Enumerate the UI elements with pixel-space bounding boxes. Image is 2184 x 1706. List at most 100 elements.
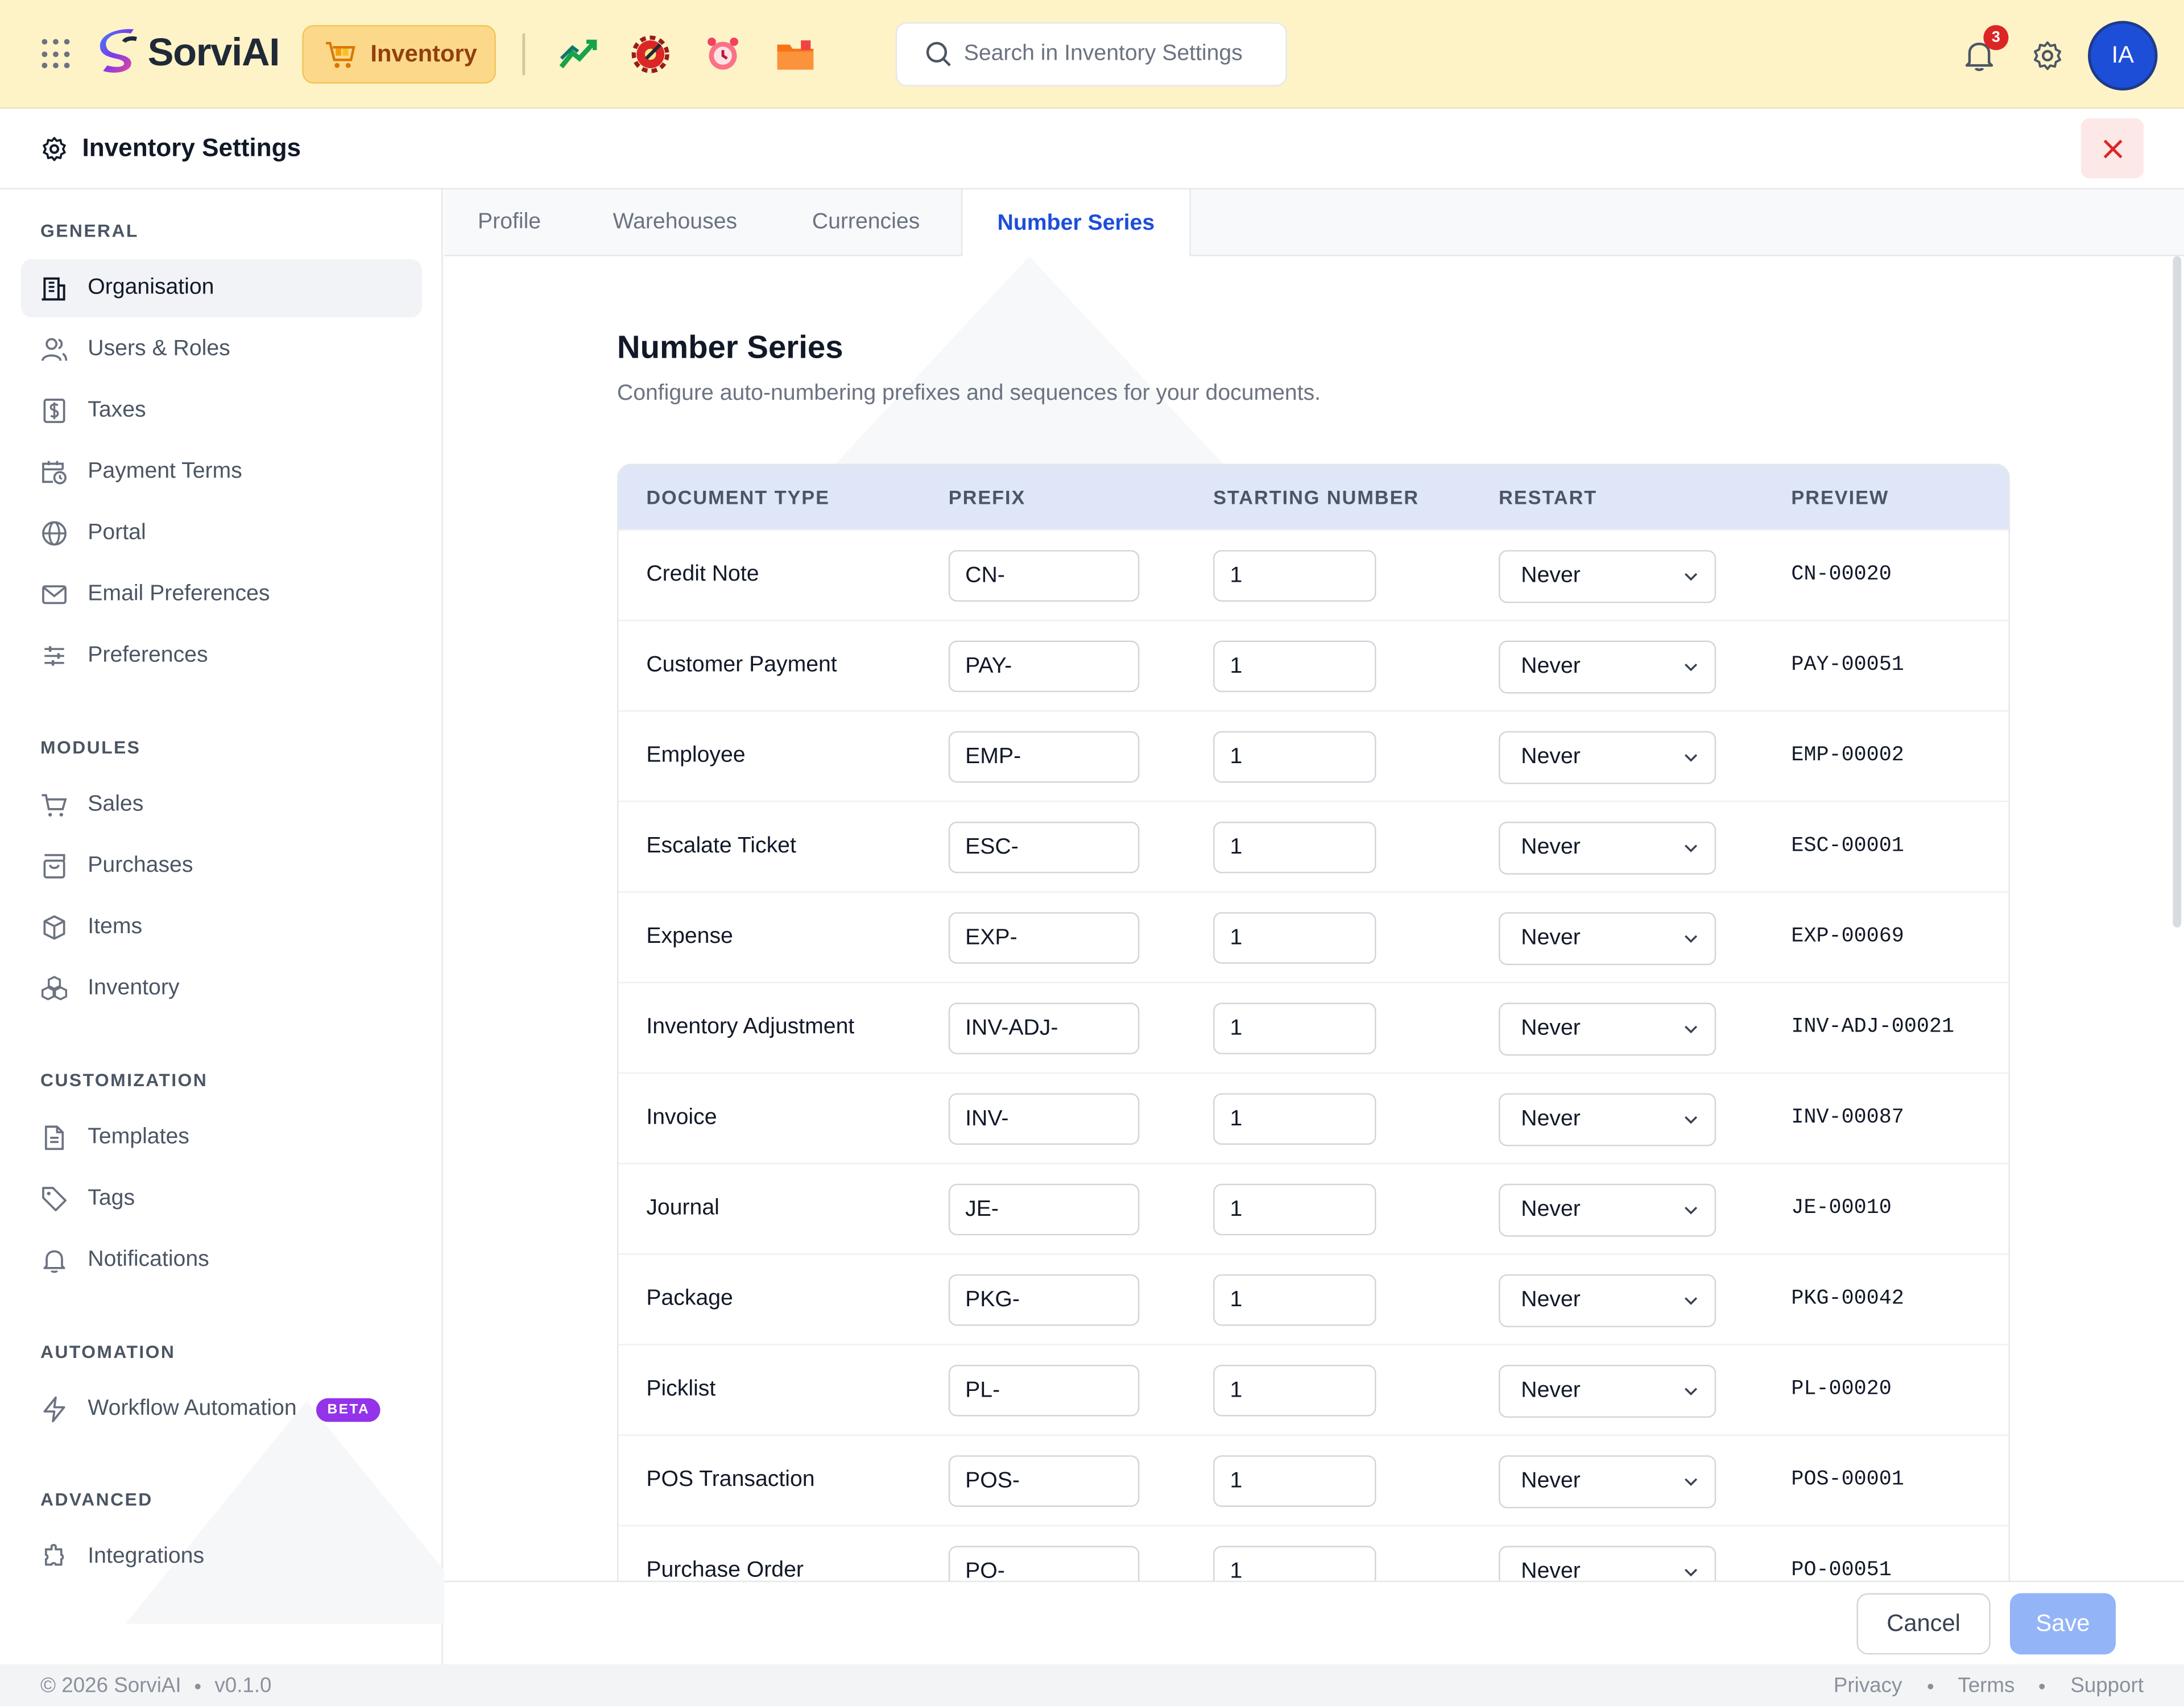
- preview-cell: EMP-00002: [1791, 743, 1904, 768]
- starting-number-input[interactable]: 1: [1213, 1183, 1376, 1236]
- save-button[interactable]: Save: [2009, 1593, 2116, 1655]
- restart-select[interactable]: Never: [1499, 821, 1716, 875]
- starting-number-input[interactable]: 1: [1213, 1093, 1376, 1145]
- sidebar-item-sales[interactable]: Sales: [21, 776, 422, 834]
- preview-cell: EXP-00069: [1791, 925, 1904, 949]
- table-row: Expense EXP- 1 Never EXP-00069: [618, 891, 2009, 982]
- sidebar-item-templates[interactable]: Templates: [21, 1108, 422, 1167]
- close-button[interactable]: [2080, 118, 2144, 179]
- search-input[interactable]: Search in Inventory Settings: [895, 22, 1287, 86]
- starting-number-input[interactable]: 1: [1213, 1003, 1376, 1054]
- sidebar-item-users-roles[interactable]: Users & Roles: [21, 320, 422, 379]
- prefix-input[interactable]: INV-ADJ-: [948, 1003, 1140, 1054]
- restart-select-value: Never: [1521, 655, 1581, 678]
- gear-wrench-icon[interactable]: [630, 34, 671, 75]
- restart-select[interactable]: Never: [1499, 1546, 1716, 1581]
- user-avatar[interactable]: IA: [2088, 20, 2158, 91]
- sidebar-item-purchases[interactable]: Purchases: [21, 837, 422, 896]
- restart-select[interactable]: Never: [1499, 550, 1716, 603]
- starting-number-input[interactable]: 1: [1213, 550, 1376, 602]
- sidebar-item-integrations[interactable]: Integrations: [21, 1528, 422, 1587]
- starting-number-input[interactable]: 1: [1213, 821, 1376, 873]
- sidebar-item-items[interactable]: Items: [21, 898, 422, 957]
- footer-link-privacy[interactable]: Privacy: [1834, 1674, 1902, 1698]
- sidebar-item-label: Preferences: [88, 643, 208, 668]
- search-placeholder: Search in Inventory Settings: [963, 42, 1243, 66]
- prefix-input[interactable]: JE-: [948, 1183, 1140, 1236]
- restart-select[interactable]: Never: [1499, 640, 1716, 694]
- starting-number-input[interactable]: 1: [1213, 1274, 1376, 1326]
- module-switcher-button[interactable]: Inventory: [302, 25, 496, 84]
- cancel-button[interactable]: Cancel: [1856, 1593, 1991, 1655]
- preview-cell: JE-00010: [1791, 1196, 1892, 1220]
- restart-select[interactable]: Never: [1499, 1274, 1716, 1327]
- prefix-input[interactable]: ESC-: [948, 821, 1140, 873]
- restart-select[interactable]: Never: [1499, 1183, 1716, 1237]
- starting-number-input[interactable]: 1: [1213, 1365, 1376, 1417]
- separator-dot: [2040, 1683, 2046, 1689]
- settings-gear-icon[interactable]: [2031, 39, 2065, 73]
- prefix-input[interactable]: EXP-: [948, 912, 1140, 964]
- close-icon: [2103, 139, 2122, 158]
- content-scrollbar[interactable]: [2170, 256, 2184, 1581]
- sidebar-item-email-preferences[interactable]: Email Preferences: [21, 565, 422, 624]
- sidebar-item-tags[interactable]: Tags: [21, 1170, 422, 1228]
- sidebar-item-organisation[interactable]: Organisation: [20, 259, 423, 318]
- restart-select[interactable]: Never: [1499, 1365, 1716, 1418]
- sidebar-item-portal[interactable]: Portal: [21, 504, 422, 563]
- tab-number-series[interactable]: Number Series: [961, 189, 1191, 258]
- prefix-input[interactable]: CN-: [948, 550, 1140, 602]
- prefix-input[interactable]: INV-: [948, 1093, 1140, 1145]
- restart-select[interactable]: Never: [1499, 1093, 1716, 1146]
- app-launcher-icon[interactable]: [42, 39, 72, 70]
- prefix-input[interactable]: PO-: [948, 1546, 1140, 1581]
- form-action-bar: Cancel Save: [444, 1580, 2184, 1664]
- restart-select[interactable]: Never: [1499, 912, 1716, 966]
- starting-number-input[interactable]: 1: [1213, 1546, 1376, 1581]
- sidebar-item-taxes[interactable]: Taxes: [21, 382, 422, 440]
- scrollbar-thumb[interactable]: [2173, 256, 2182, 928]
- folder-icon[interactable]: [775, 34, 816, 75]
- starting-number-input[interactable]: 1: [1213, 640, 1376, 693]
- restart-select[interactable]: Never: [1499, 731, 1716, 784]
- decorative-shape: [834, 256, 1225, 465]
- chevron-down-icon: [1685, 1388, 1698, 1396]
- restart-select[interactable]: Never: [1499, 1455, 1716, 1509]
- sidebar-item-preferences[interactable]: Preferences: [21, 627, 422, 685]
- chart-trend-icon[interactable]: [559, 34, 600, 75]
- tab-profile[interactable]: Profile: [478, 189, 541, 256]
- sidebar-item-notifications[interactable]: Notifications: [21, 1231, 422, 1290]
- globe-icon: [40, 519, 68, 547]
- prefix-input[interactable]: EMP-: [948, 731, 1140, 783]
- chevron-down-icon: [1685, 1116, 1698, 1124]
- starting-number-input[interactable]: 1: [1213, 731, 1376, 783]
- sidebar-item-label: Users & Roles: [88, 337, 230, 361]
- footer-link-support[interactable]: Support: [2070, 1674, 2144, 1698]
- starting-number-input[interactable]: 1: [1213, 1455, 1376, 1507]
- tab-warehouses[interactable]: Warehouses: [613, 189, 738, 256]
- sidebar-item-payment-terms[interactable]: Payment Terms: [21, 443, 422, 502]
- footer-link-terms[interactable]: Terms: [1958, 1674, 2015, 1698]
- bell-icon: [40, 1247, 68, 1274]
- starting-number-input[interactable]: 1: [1213, 912, 1376, 964]
- logo[interactable]: SorviAI: [95, 28, 280, 78]
- file-icon: [40, 1124, 68, 1152]
- search-icon: [926, 42, 951, 67]
- sidebar-item-inventory[interactable]: Inventory: [21, 959, 422, 1018]
- restart-select[interactable]: Never: [1499, 1003, 1716, 1056]
- tab-currencies[interactable]: Currencies: [812, 189, 920, 256]
- restart-select-value: Never: [1521, 1288, 1581, 1312]
- prefix-input[interactable]: POS-: [948, 1455, 1140, 1507]
- column-header-restart: RESTART: [1499, 486, 1598, 508]
- sidebar-item-workflow-automation[interactable]: Workflow Automation BETA: [21, 1380, 422, 1439]
- notification-count-badge: 3: [1983, 25, 2009, 51]
- sidebar-item-label: Portal: [88, 520, 146, 545]
- number-series-table: DOCUMENT TYPE PREFIX STARTING NUMBER RES…: [617, 463, 2010, 1581]
- prefix-input[interactable]: PL-: [948, 1365, 1140, 1417]
- alarm-icon[interactable]: [702, 34, 743, 75]
- prefix-input[interactable]: PKG-: [948, 1274, 1140, 1326]
- settings-gear-icon: [43, 136, 66, 162]
- prefix-input[interactable]: PAY-: [948, 640, 1140, 693]
- sidebar-item-label: Workflow Automation: [88, 1397, 297, 1421]
- sidebar-section-modules: MODULES: [40, 736, 141, 758]
